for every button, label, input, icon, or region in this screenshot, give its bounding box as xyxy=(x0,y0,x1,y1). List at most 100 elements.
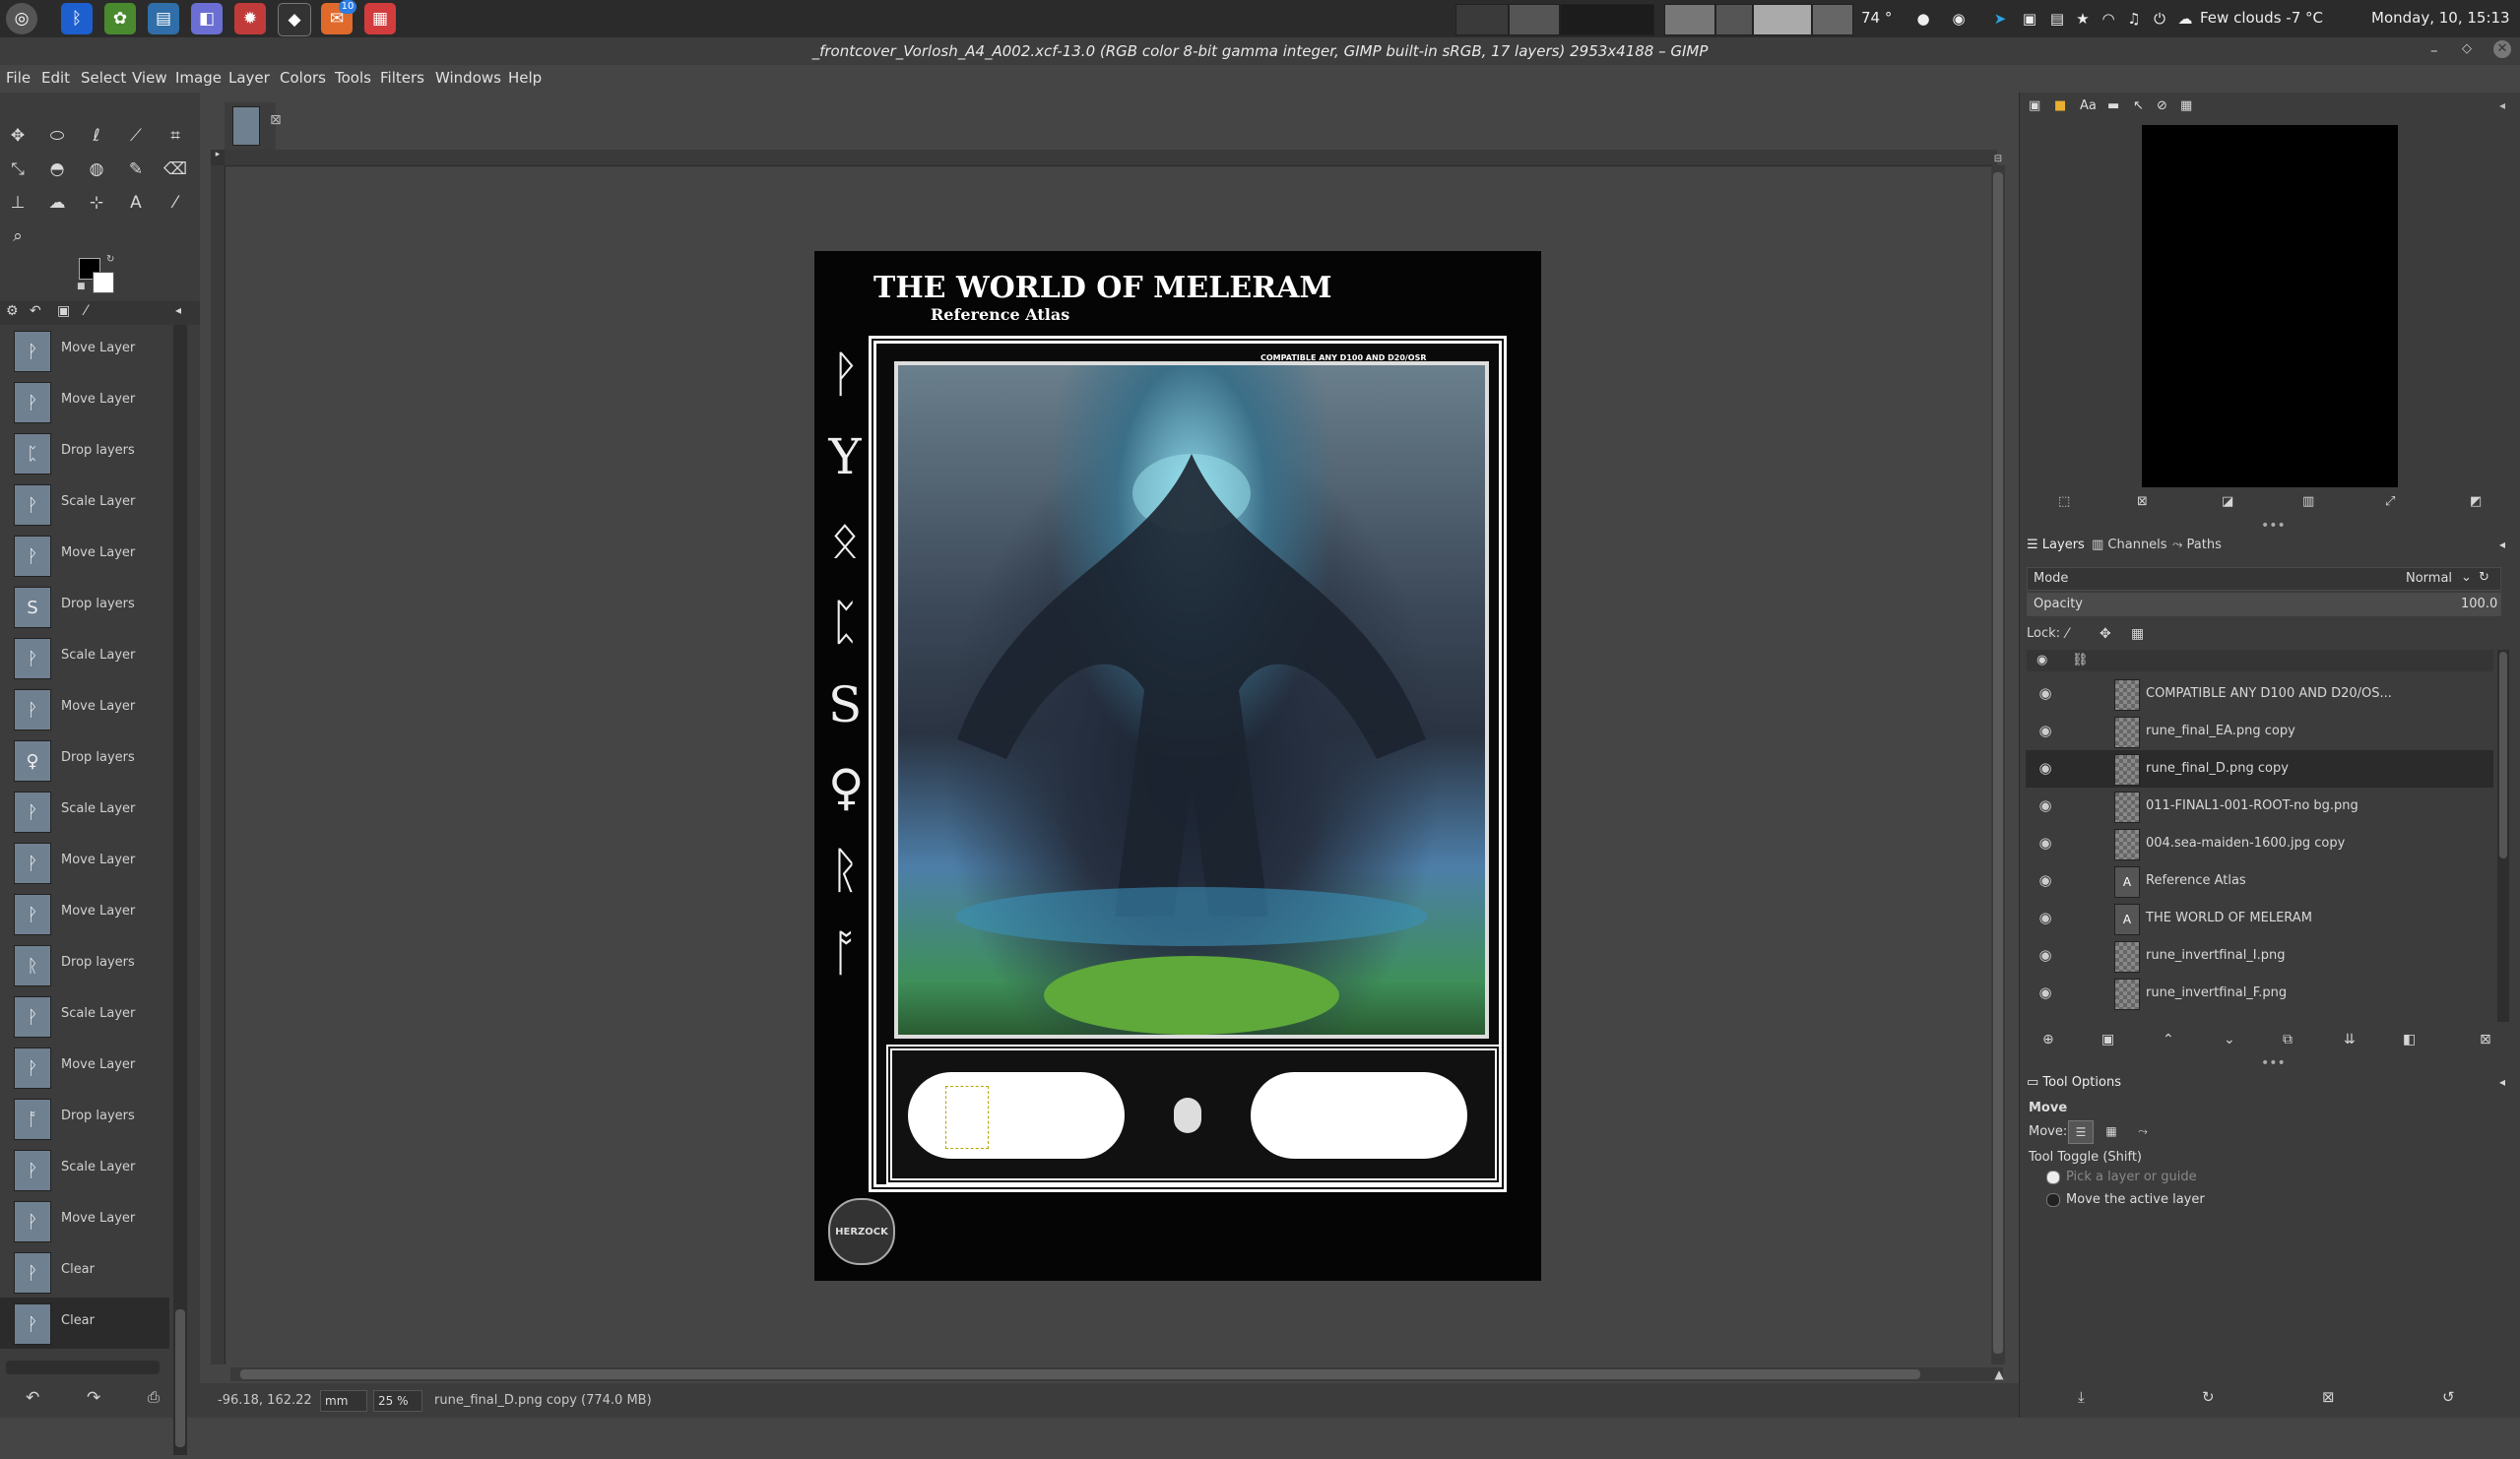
paths-tool-icon[interactable]: ⊹ xyxy=(83,189,110,217)
smudge-tool-icon[interactable]: ☁ xyxy=(43,189,71,217)
discord-tray-icon[interactable]: ◉ xyxy=(1948,8,1970,30)
zoom-fit-icon[interactable]: ⊟ xyxy=(1991,154,2005,165)
fonts-tab-icon[interactable]: Aa xyxy=(2080,98,2097,113)
histogram-tab-icon[interactable]: ▦ xyxy=(2180,98,2192,113)
lower-layer-icon[interactable]: ⌄ xyxy=(2224,1032,2235,1047)
fill-window-icon[interactable]: ⤢ xyxy=(2385,494,2395,509)
tool-options-menu-icon[interactable]: ◂ xyxy=(2499,1075,2505,1089)
canvas-hscroll-thumb[interactable] xyxy=(240,1369,1920,1379)
menu-image[interactable]: Image xyxy=(175,69,222,87)
window-thumbnail[interactable] xyxy=(1509,4,1560,35)
navigate-icon[interactable]: ▲ xyxy=(1991,1367,2007,1381)
configure-tab-icon[interactable]: ◂ xyxy=(175,303,181,317)
channels-tab[interactable]: ▥ Channels xyxy=(2092,538,2167,552)
history-item[interactable]: ᚹ Clear xyxy=(0,1246,169,1298)
save-tool-preset-icon[interactable]: ⤓ xyxy=(2078,1388,2085,1406)
lock-pixels-icon[interactable]: ⁄ xyxy=(2066,626,2068,642)
calendar-tray-icon[interactable]: ▤ xyxy=(2046,8,2068,30)
clock-label[interactable]: Monday, 10, 15:13 xyxy=(2371,9,2510,27)
layers-dock-menu-icon[interactable]: ◂ xyxy=(2499,538,2505,551)
history-item[interactable]: ᚹ Move Layer xyxy=(0,325,169,376)
history-item[interactable]: ᚹ Scale Layer xyxy=(0,632,169,683)
zoom-in-icon[interactable]: ⊠ xyxy=(2137,494,2148,509)
color-picker-icon[interactable]: ⁄ xyxy=(162,189,189,217)
layer-name[interactable]: Reference Atlas xyxy=(2146,873,2246,888)
menu-select[interactable]: Select xyxy=(81,69,126,87)
pick-layer-radio[interactable] xyxy=(2046,1171,2060,1184)
ellipse-select-icon[interactable]: ⬭ xyxy=(43,122,71,150)
mask-layer-icon[interactable]: ◧ xyxy=(2403,1032,2416,1047)
layer-row[interactable]: ◉ rune_invertfinal_F.png xyxy=(2026,975,2493,1012)
layer-visibility-eye-icon[interactable]: ◉ xyxy=(2035,834,2055,854)
fit-image-icon[interactable]: ▥ xyxy=(2302,494,2314,509)
image-tab[interactable] xyxy=(225,102,276,150)
history-hscroll[interactable] xyxy=(6,1361,160,1374)
menu-windows[interactable]: Windows xyxy=(435,69,501,87)
menu-view[interactable]: View xyxy=(132,69,167,87)
window-thumbnail-active[interactable] xyxy=(1753,4,1812,35)
files-app-icon[interactable]: ▤ xyxy=(148,3,179,34)
text-tool-icon[interactable]: A xyxy=(122,189,150,217)
paths-tab[interactable]: ⤳ Paths xyxy=(2172,538,2222,552)
pointer-tab-icon[interactable]: ↖ xyxy=(2133,98,2144,113)
tool-options-tab[interactable]: ▭ Tool Options xyxy=(2027,1075,2121,1090)
history-item[interactable]: ᚹ Move Layer xyxy=(0,1195,169,1246)
vertical-ruler[interactable] xyxy=(211,165,226,1364)
undo-history-tab-icon[interactable]: ↶ xyxy=(30,303,41,319)
bucket-fill-icon[interactable]: ◍ xyxy=(83,156,110,183)
move-active-layer-radio[interactable] xyxy=(2046,1193,2060,1207)
app-menu-icon[interactable]: ◎ xyxy=(6,3,37,34)
raise-layer-icon[interactable]: ⌃ xyxy=(2163,1032,2174,1047)
dock-separator-handle[interactable]: ••• xyxy=(2261,518,2286,534)
move-active-layer-label[interactable]: Move the active layer xyxy=(2066,1192,2205,1207)
tool-options-tab-icon[interactable]: ⚙ xyxy=(6,303,19,319)
layer-row[interactable]: ◉ COMPATIBLE ANY D100 AND D20/OS... xyxy=(2026,675,2493,713)
history-item[interactable]: ᛈ Drop layers xyxy=(0,427,169,478)
eraser-icon[interactable]: ⌫ xyxy=(162,156,189,183)
reset-tool-options-icon[interactable]: ↺ xyxy=(2442,1388,2455,1406)
horizontal-ruler[interactable] xyxy=(225,150,1997,166)
layer-name[interactable]: THE WORLD OF MELERAM xyxy=(2146,911,2312,925)
unit-select[interactable]: mm xyxy=(320,1390,367,1412)
images-tab-icon[interactable]: ▣ xyxy=(57,303,70,319)
transform-tool-icon[interactable]: ⤡ xyxy=(4,156,32,183)
layer-row[interactable]: ◉ rune_final_D.png copy xyxy=(2026,750,2493,788)
shrink-wrap-icon[interactable]: ◩ xyxy=(2470,494,2482,509)
history-item[interactable]: ᚹ Clear xyxy=(0,1298,169,1349)
menu-filters[interactable]: Filters xyxy=(380,69,424,87)
dock-separator-handle[interactable]: ••• xyxy=(2261,1055,2286,1071)
fuzzy-select-icon[interactable]: ⟋ xyxy=(122,122,150,150)
layer-name[interactable]: 004.sea-maiden-1600.jpg copy xyxy=(2146,836,2345,851)
clear-history-icon[interactable]: ⎙ xyxy=(148,1388,160,1406)
history-item[interactable]: ᚹ Move Layer xyxy=(0,837,169,888)
menu-tools[interactable]: Tools xyxy=(335,69,371,87)
layer-visibility-eye-icon[interactable]: ◉ xyxy=(2035,871,2055,891)
history-item[interactable]: ᚹ Move Layer xyxy=(0,376,169,427)
menu-colors[interactable]: Colors xyxy=(280,69,326,87)
move-layer-mode-icon[interactable]: ☰ xyxy=(2068,1120,2094,1144)
layer-visibility-eye-icon[interactable]: ◉ xyxy=(2035,983,2055,1003)
layer-visibility-eye-icon[interactable]: ◉ xyxy=(2035,759,2055,779)
menu-edit[interactable]: Edit xyxy=(41,69,70,87)
bluetooth-app-icon[interactable]: ᛒ xyxy=(61,3,93,34)
opacity-value[interactable]: 100.0 xyxy=(2461,597,2497,611)
new-layer-group-icon[interactable]: ⊕ xyxy=(2042,1032,2054,1047)
maximize-icon[interactable]: ◇ xyxy=(2462,41,2472,56)
pick-layer-label[interactable]: Pick a layer or guide xyxy=(2066,1170,2197,1184)
layer-visibility-eye-icon[interactable]: ◉ xyxy=(2035,909,2055,928)
zoom-out-icon[interactable]: ⬚ xyxy=(2058,494,2070,509)
history-item[interactable]: ᚹ Scale Layer xyxy=(0,990,169,1042)
layers-tab[interactable]: ☰ Layers xyxy=(2027,538,2085,552)
layer-name[interactable]: rune_final_EA.png copy xyxy=(2146,724,2295,738)
window-thumbnail[interactable] xyxy=(1812,4,1853,35)
history-item[interactable]: ᚱ Drop layers xyxy=(0,939,169,990)
zoom-select[interactable]: 25 % xyxy=(373,1390,422,1412)
navigator-preview[interactable] xyxy=(2142,125,2398,487)
palette-tab-icon[interactable]: ■ xyxy=(2054,98,2066,113)
mode-dropdown-icon[interactable]: ⌄ xyxy=(2461,570,2472,585)
history-item[interactable]: ᚩ Drop layers xyxy=(0,1093,169,1144)
window-thumbnail[interactable] xyxy=(1664,4,1715,35)
clone-tool-icon[interactable]: ⊥ xyxy=(4,189,32,217)
inkscape-app-icon[interactable]: ◆ xyxy=(278,3,311,36)
layer-name[interactable]: rune_final_D.png copy xyxy=(2146,761,2289,776)
